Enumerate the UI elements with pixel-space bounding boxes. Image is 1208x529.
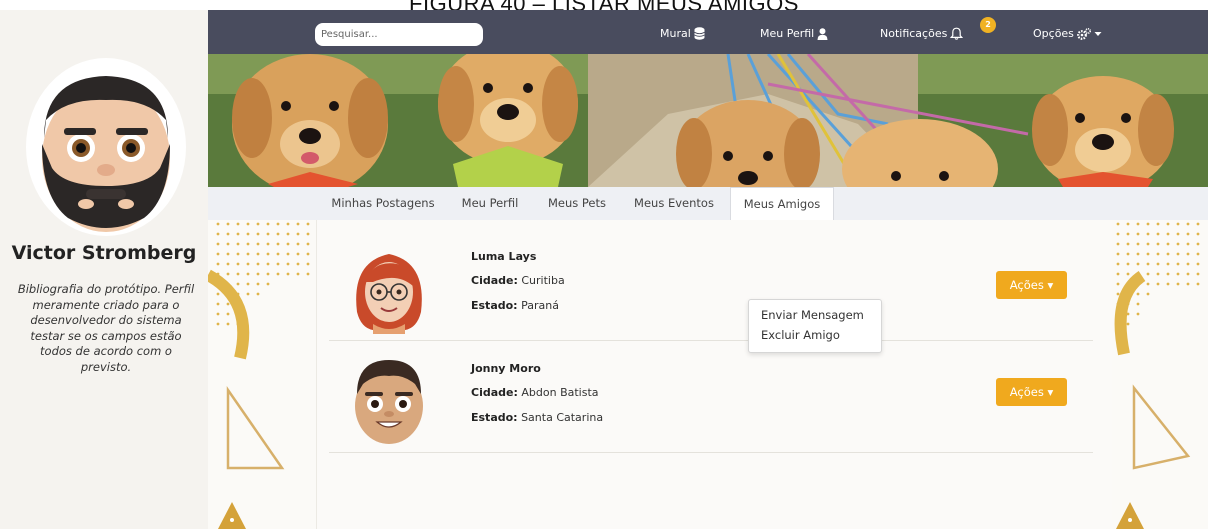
friend-card: Luma Lays Cidade: Curitiba Estado: Paran…	[329, 228, 1093, 341]
search-input[interactable]	[315, 23, 483, 46]
nav-opcoes[interactable]: Opções	[1033, 27, 1102, 40]
estado-value: Santa Catarina	[521, 411, 604, 424]
nav-notificacoes-label: Notificações	[880, 27, 948, 40]
cidade-label: Cidade:	[471, 386, 518, 399]
cover-banner	[208, 54, 1208, 187]
tab-meus-eventos[interactable]: Meus Eventos	[622, 187, 726, 220]
actions-button[interactable]: Ações ▾	[996, 378, 1067, 406]
friend-city: Cidade: Abdon Batista	[471, 386, 599, 399]
caret-down-icon: ▾	[1047, 278, 1054, 292]
friend-name: Luma Lays	[471, 250, 537, 263]
cidade-value: Curitiba	[521, 274, 565, 287]
database-icon	[694, 27, 705, 40]
friend-avatar	[355, 360, 423, 444]
cidade-value: Abdon Batista	[521, 386, 599, 399]
actions-button[interactable]: Ações ▾	[996, 271, 1067, 299]
caret-down-icon	[1094, 31, 1102, 36]
actions-dropdown-menu: Enviar Mensagem Excluir Amigo	[748, 299, 882, 353]
friends-content: Luma Lays Cidade: Curitiba Estado: Paran…	[208, 220, 1208, 529]
menu-item-excluir-amigo[interactable]: Excluir Amigo	[761, 328, 840, 342]
friend-avatar	[356, 254, 422, 334]
profile-sidebar: Victor Stromberg Bibliografia do protóti…	[0, 10, 208, 529]
friends-list-panel: Luma Lays Cidade: Curitiba Estado: Paran…	[316, 220, 1114, 529]
estado-label: Estado:	[471, 299, 518, 312]
caret-down-icon: ▾	[1047, 385, 1054, 399]
cogs-icon	[1077, 27, 1091, 40]
notification-badge: 2	[980, 17, 996, 33]
user-icon	[817, 27, 828, 40]
tab-meu-perfil[interactable]: Meu Perfil	[452, 187, 528, 220]
nav-meu-perfil[interactable]: Meu Perfil	[760, 27, 828, 40]
decoration-right	[1112, 220, 1208, 529]
nav-opcoes-label: Opções	[1033, 27, 1074, 40]
actions-label: Ações	[1009, 278, 1044, 292]
friend-state: Estado: Paraná	[471, 299, 559, 312]
tab-meus-pets[interactable]: Meus Pets	[536, 187, 618, 220]
friend-city: Cidade: Curitiba	[471, 274, 565, 287]
profile-name: Victor Stromberg	[11, 242, 197, 264]
cidade-label: Cidade:	[471, 274, 518, 287]
actions-label: Ações	[1009, 385, 1044, 399]
estado-value: Paraná	[521, 299, 559, 312]
nav-mural[interactable]: Mural	[660, 27, 705, 40]
estado-label: Estado:	[471, 411, 518, 424]
profile-tabs: Minhas Postagens Meu Perfil Meus Pets Me…	[208, 187, 1208, 221]
friend-state: Estado: Santa Catarina	[471, 411, 603, 424]
nav-notificacoes[interactable]: Notificações 2	[880, 17, 996, 40]
bell-icon	[950, 27, 964, 40]
top-navbar: Mural Meu Perfil Notificações 2 Opções	[208, 10, 1208, 54]
friend-name: Jonny Moro	[471, 362, 541, 375]
tab-meus-amigos[interactable]: Meus Amigos	[730, 187, 834, 221]
profile-bio: Bibliografia do protótipo. Perfil merame…	[17, 282, 195, 374]
tab-minhas-postagens[interactable]: Minhas Postagens	[320, 187, 446, 220]
menu-item-enviar-mensagem[interactable]: Enviar Mensagem	[761, 308, 864, 322]
nav-meu-perfil-label: Meu Perfil	[760, 27, 815, 40]
decoration-left	[208, 220, 316, 529]
friend-card: Jonny Moro Cidade: Abdon Batista Estado:…	[329, 340, 1093, 453]
profile-avatar	[26, 58, 186, 236]
nav-mural-label: Mural	[660, 27, 691, 40]
